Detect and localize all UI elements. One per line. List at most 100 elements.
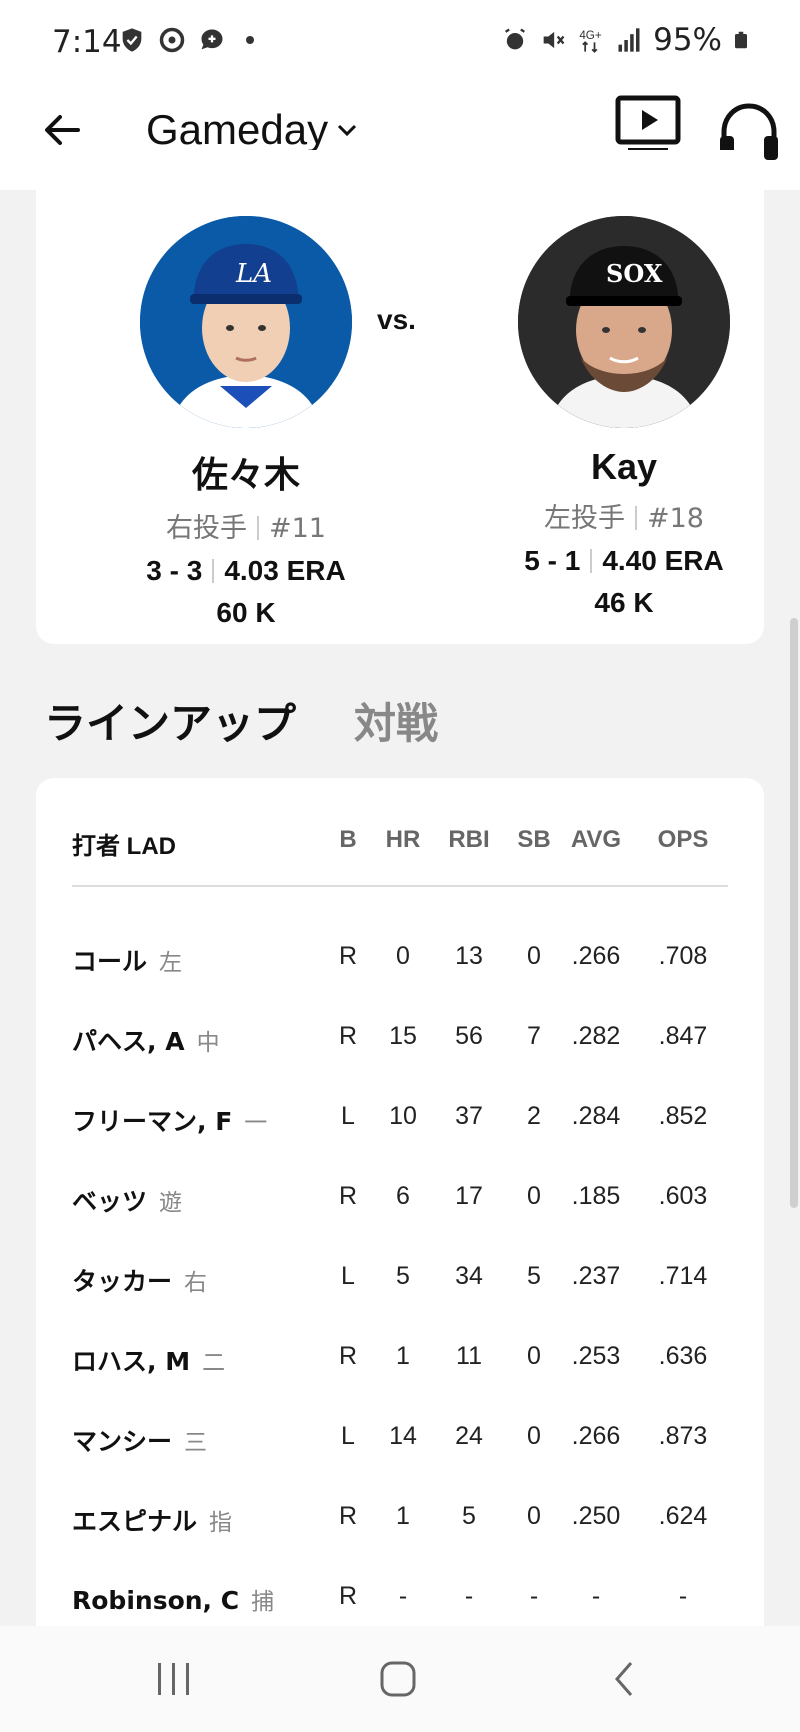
batter-position: 中 xyxy=(196,1030,220,1056)
network-4g-icon: 4G+ xyxy=(579,29,602,53)
bats-cell: L xyxy=(341,1422,355,1450)
home-pitcher-strikeouts: 60 K xyxy=(216,597,276,628)
table-row[interactable]: フリーマン, F一 L 10 37 2 .284 .852 xyxy=(72,1090,728,1150)
alarm-icon xyxy=(505,28,526,50)
table-row[interactable]: ロハス, M二 R 1 11 0 .253 .636 xyxy=(72,1330,728,1390)
shield-icon xyxy=(122,28,142,52)
hr-cell: 1 xyxy=(396,1502,410,1530)
table-row[interactable]: Robinson, C捕 R - - - - - xyxy=(72,1570,728,1630)
recent-apps-icon xyxy=(158,1663,189,1695)
hr-cell: - xyxy=(398,1582,408,1610)
rbi-cell: 56 xyxy=(455,1022,483,1050)
bats-cell: R xyxy=(338,1342,358,1370)
ops-cell: .603 xyxy=(658,1182,708,1210)
batter-name: フリーマン, F一 xyxy=(72,1107,268,1136)
ops-cell: .636 xyxy=(658,1342,708,1370)
table-row[interactable]: エスピナル指 R 1 5 0 .250 .624 xyxy=(72,1490,728,1550)
away-pitcher-role: 左投手 #18 xyxy=(544,503,704,534)
batter-position: 一 xyxy=(244,1110,268,1136)
rbi-cell: 17 xyxy=(455,1182,483,1210)
avg-column-header: AVG xyxy=(570,826,622,853)
svg-text:LA: LA xyxy=(235,259,272,289)
page-title: Gameday xyxy=(146,106,329,153)
lineup-header-row: 打者 LAD B HR RBI SB AVG OPS xyxy=(72,826,728,866)
table-row[interactable]: パヘス, A中 R 15 56 7 .282 .847 xyxy=(72,1010,728,1070)
batter-name: パヘス, A中 xyxy=(72,1027,220,1056)
hr-column-header: HR xyxy=(385,826,421,853)
more-notifications-dot xyxy=(246,36,254,44)
system-nav-bar xyxy=(0,1626,800,1732)
batter-name: Robinson, C捕 xyxy=(72,1586,275,1615)
vs-label: vs. xyxy=(377,304,416,335)
player-photo: SOX xyxy=(518,216,730,428)
signal-icon xyxy=(618,28,640,52)
batter-position: 二 xyxy=(202,1350,226,1376)
rbi-column-header: RBI xyxy=(448,826,490,853)
hr-cell: 5 xyxy=(396,1262,410,1290)
table-row[interactable]: タッカー右 L 5 34 5 .237 .714 xyxy=(72,1250,728,1310)
b-column-header: B xyxy=(339,826,357,853)
tab-matchup[interactable]: 対戦 xyxy=(354,690,438,751)
sb-cell: - xyxy=(529,1582,539,1610)
table-row[interactable]: マンシー三 L 14 24 0 .266 .873 xyxy=(72,1410,728,1470)
rbi-cell: 5 xyxy=(462,1502,476,1530)
ops-cell: .708 xyxy=(658,942,708,970)
system-back-button[interactable] xyxy=(594,1654,654,1704)
hr-cell: 6 xyxy=(396,1182,410,1210)
hr-cell: 14 xyxy=(389,1422,417,1450)
home-pitcher-avatar: LA xyxy=(140,216,352,428)
away-pitcher-name: Kay xyxy=(590,446,658,487)
rbi-cell: 37 xyxy=(455,1102,483,1130)
sb-cell: 0 xyxy=(527,1182,541,1210)
rbi-cell: - xyxy=(464,1582,474,1610)
sb-column-header: SB xyxy=(517,826,551,853)
sb-cell: 5 xyxy=(527,1262,541,1290)
batter-column-header: 打者 LAD xyxy=(72,833,176,860)
chat-notification-icon xyxy=(201,29,223,50)
avg-cell: .253 xyxy=(571,1342,621,1370)
table-row[interactable]: ベッツ遊 R 6 17 0 .185 .603 xyxy=(72,1170,728,1230)
batter-position: 捕 xyxy=(251,1589,275,1615)
batter-name: ロハス, M二 xyxy=(72,1347,226,1376)
batter-position: 指 xyxy=(209,1510,233,1536)
rbi-cell: 34 xyxy=(455,1262,483,1290)
lineup-table: 打者 LAD B HR RBI SB AVG OPS コール左 R 0 13 0… xyxy=(36,778,764,1678)
home-pitcher[interactable]: LA 佐々木 右投手 #11 3 - 3 4.03 ERA 60 K xyxy=(86,216,406,629)
hr-cell: 15 xyxy=(389,1022,417,1050)
table-row[interactable]: コール左 R 0 13 0 .266 .708 xyxy=(72,930,728,990)
home-button[interactable] xyxy=(368,1654,428,1704)
batter-name: タッカー右 xyxy=(72,1267,208,1296)
away-pitcher-avatar: SOX xyxy=(518,216,730,428)
gameday-dropdown[interactable]: Gameday xyxy=(146,106,358,154)
bats-cell: R xyxy=(338,1182,358,1210)
status-time: 7:14 xyxy=(52,24,122,60)
back-button[interactable] xyxy=(36,104,88,156)
lineup-tabs: ラインアップ 対戦 xyxy=(44,690,438,751)
away-pitcher[interactable]: SOX Kay 左投手 #18 5 - 1 4.40 ERA 46 K xyxy=(464,216,784,619)
svg-text:4G+: 4G+ xyxy=(579,29,602,42)
avg-cell: .284 xyxy=(571,1102,621,1130)
rbi-cell: 24 xyxy=(455,1422,483,1450)
mute-icon xyxy=(543,31,565,49)
chevron-down-icon xyxy=(338,124,357,137)
home-pitcher-role: 右投手 #11 xyxy=(166,513,326,544)
scrollbar[interactable] xyxy=(790,618,798,1208)
home-pitcher-name: 佐々木 xyxy=(191,454,300,495)
recent-apps-button[interactable] xyxy=(144,1654,204,1704)
app-notification-icon xyxy=(159,27,185,53)
rbi-cell: 11 xyxy=(456,1342,482,1370)
avg-cell: .266 xyxy=(571,1422,621,1450)
sb-cell: 7 xyxy=(527,1022,541,1050)
avg-cell: .185 xyxy=(571,1182,621,1210)
ops-column-header: OPS xyxy=(657,826,709,853)
ops-cell: .714 xyxy=(658,1262,708,1290)
ops-cell: - xyxy=(678,1582,688,1610)
bats-cell: R xyxy=(338,1502,358,1530)
arrow-left-icon xyxy=(45,115,80,145)
bats-cell: R xyxy=(338,942,358,970)
tab-lineup[interactable]: ラインアップ xyxy=(44,690,296,751)
sb-cell: 0 xyxy=(527,942,541,970)
batter-name: マンシー三 xyxy=(72,1427,208,1456)
battery-level: 95% xyxy=(653,22,722,58)
avg-cell: .237 xyxy=(571,1262,621,1290)
